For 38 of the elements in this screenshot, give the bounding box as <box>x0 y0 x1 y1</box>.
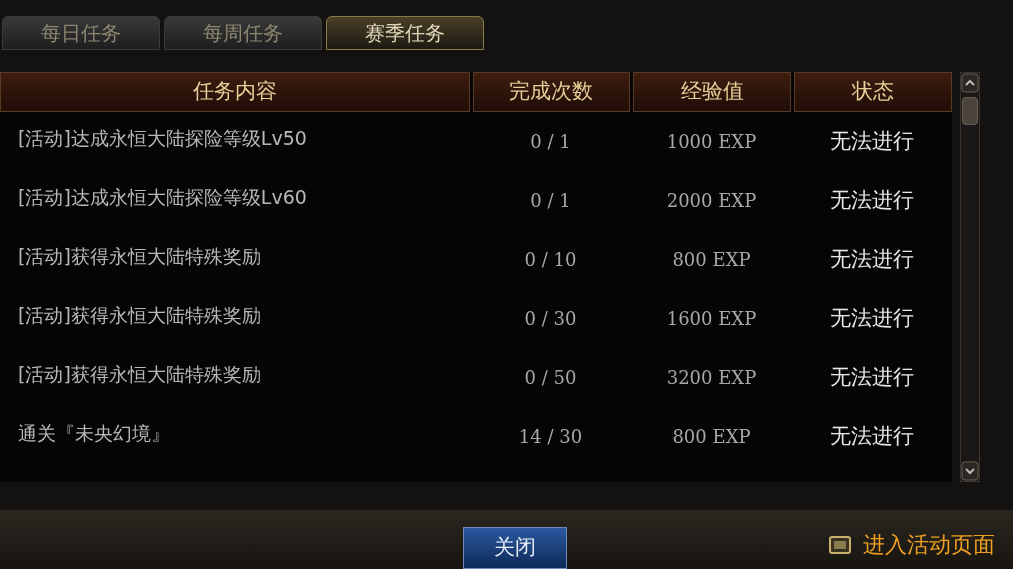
task-status: 无法进行 <box>830 186 914 214</box>
completion-count: 0 / 30 <box>524 307 577 331</box>
task-name: [活动]获得永恒大陆特殊奖励 <box>18 245 261 267</box>
tab[interactable]: 每日任务 <box>2 16 160 50</box>
task-status: 无法进行 <box>830 422 914 450</box>
exp-value: 1600 EXP <box>666 307 757 331</box>
column-header: 经验值 <box>633 72 792 112</box>
scrollbar[interactable] <box>960 72 980 482</box>
completion-count: 0 / 50 <box>524 366 577 390</box>
task-status: 无法进行 <box>830 127 914 155</box>
completion-count: 0 / 1 <box>530 130 571 154</box>
exp-value: 800 EXP <box>672 248 751 272</box>
task-name: [活动]达成永恒大陆探险等级Lv50 <box>18 127 307 149</box>
column-header: 任务内容 <box>0 72 470 112</box>
task-status: 无法进行 <box>830 304 914 332</box>
close-button[interactable]: 关闭 <box>463 527 567 569</box>
scroll-up-icon[interactable] <box>961 73 979 93</box>
task-name: [活动]达成永恒大陆探险等级Lv60 <box>18 186 307 208</box>
task-name: [活动]获得永恒大陆特殊奖励 <box>18 304 261 326</box>
tab[interactable]: 每周任务 <box>164 16 322 50</box>
exp-value: 800 EXP <box>672 425 751 449</box>
event-page-link[interactable]: 进入活动页面 <box>863 528 995 561</box>
task-status: 无法进行 <box>830 363 914 391</box>
task-name: [活动]获得永恒大陆特殊奖励 <box>18 363 261 385</box>
column-header: 状态 <box>794 72 952 112</box>
exp-value: 2000 EXP <box>666 189 757 213</box>
task-name: 通关『未央幻境』 <box>18 422 170 444</box>
scroll-down-icon[interactable] <box>961 461 979 481</box>
completion-count: 0 / 1 <box>530 189 571 213</box>
scroll-thumb[interactable] <box>962 97 978 125</box>
completion-count: 0 / 10 <box>524 248 577 272</box>
exp-value: 3200 EXP <box>666 366 757 390</box>
exp-value: 1000 EXP <box>666 130 757 154</box>
tab[interactable]: 赛季任务 <box>326 16 484 50</box>
completion-count: 14 / 30 <box>518 425 583 449</box>
task-status: 无法进行 <box>830 245 914 273</box>
checkbox-icon[interactable] <box>829 535 851 554</box>
column-header: 完成次数 <box>472 72 631 112</box>
